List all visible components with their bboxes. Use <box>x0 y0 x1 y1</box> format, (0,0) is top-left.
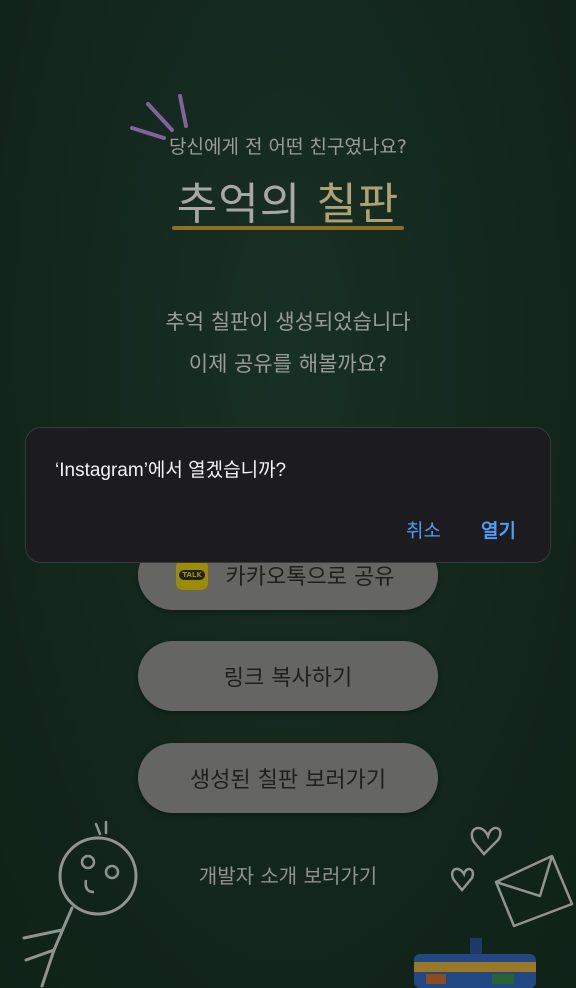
alert-title: ‘Instagram’에서 열겠습니까? <box>55 460 287 481</box>
alert-cancel-button[interactable]: 취소 <box>406 516 441 543</box>
alert-open-button[interactable]: 열기 <box>481 516 516 543</box>
open-in-app-alert: ‘Instagram’에서 열겠습니까? 취소 열기 <box>25 427 551 563</box>
